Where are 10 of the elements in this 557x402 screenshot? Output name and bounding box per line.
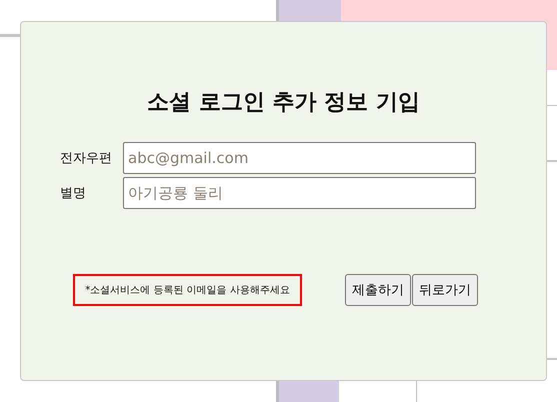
- background-panel: [279, 381, 339, 402]
- field-label: 전자우편: [60, 150, 113, 167]
- submit-button[interactable]: 제출하기: [345, 274, 411, 306]
- background-panel: [279, 0, 341, 21]
- input-field[interactable]: abc@gmail.com: [123, 142, 476, 174]
- back-button[interactable]: 뒤로가기: [412, 274, 478, 306]
- notice-text: *소셜서비스에 등록된 이메일을 사용해주세요: [73, 274, 302, 306]
- field-label: 별명: [60, 185, 87, 202]
- dialog-title: 소셜 로그인 추가 정보 기입: [146, 89, 421, 117]
- input-field[interactable]: 아기공룡 둘리: [123, 177, 476, 209]
